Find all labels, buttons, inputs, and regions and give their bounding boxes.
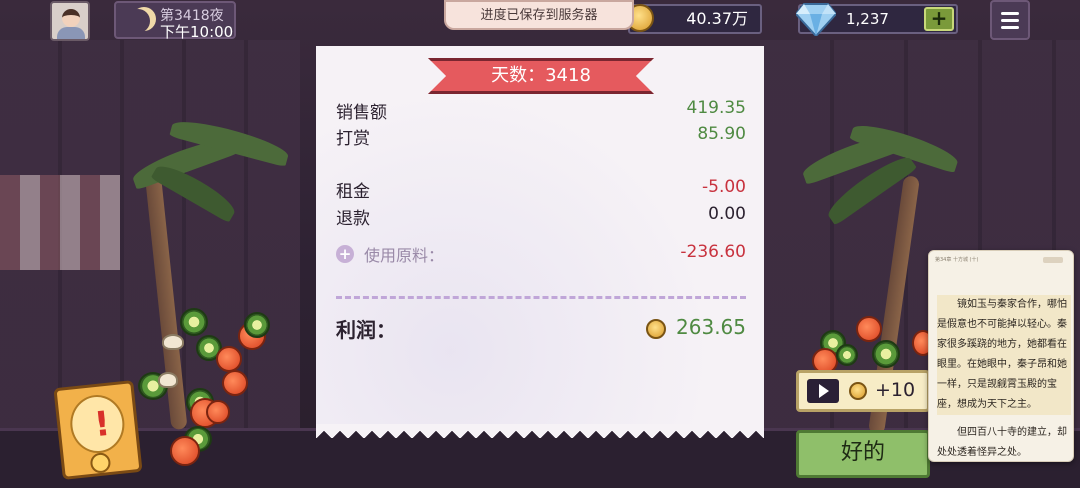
buy-gems-button[interactable]: + xyxy=(924,7,954,31)
ok-button[interactable]: 好的 xyxy=(796,430,930,478)
row-value: -5.00 xyxy=(702,177,746,197)
alert-card-coin xyxy=(89,451,112,474)
tomato-slice xyxy=(222,370,248,396)
tomato-slice xyxy=(170,436,200,466)
profit-label: 利润： xyxy=(336,318,396,342)
expand-plus-icon[interactable]: + xyxy=(336,245,354,263)
alert-card-face: ! xyxy=(67,392,128,456)
gem-amount: 1,237 xyxy=(846,10,889,28)
avatar-head xyxy=(62,9,80,27)
receipt-torn-edge xyxy=(316,424,764,438)
reader-text: 镜如玉与秦家合作，哪怕是假意也不可能掉以轻心。秦家很多蹊跷的地方，她都看在眼里。… xyxy=(937,295,1071,471)
reader-overlay[interactable]: 第34章 十方城 (十) 镜如玉与秦家合作，哪怕是假意也不可能掉以轻心。秦家很多… xyxy=(928,250,1074,462)
watch-ad-bonus-button[interactable]: +10 xyxy=(796,370,930,412)
pepper-slice xyxy=(836,344,858,366)
tomato-slice xyxy=(856,316,882,342)
clock-time: 下午10:00 xyxy=(160,23,234,41)
receipt-row-rent: 租金 -5.00 xyxy=(336,177,746,203)
coin-icon xyxy=(849,382,867,400)
save-toast: 进度已保存到服务器 xyxy=(444,0,634,30)
row-label: 使用原料： xyxy=(364,246,445,265)
hamburger-menu-icon[interactable] xyxy=(990,0,1030,40)
row-label: 销售额 xyxy=(336,103,387,123)
background-awning xyxy=(0,175,120,270)
receipt-profit-row: 利润： 263.65 xyxy=(336,314,746,344)
pepper-slice xyxy=(244,312,270,338)
row-label: 租金 xyxy=(336,182,370,202)
diamond-icon xyxy=(796,3,836,36)
tomato-slice xyxy=(216,346,242,372)
receipt-row-sales: 销售额 419.35 xyxy=(336,98,746,124)
row-value: 419.35 xyxy=(686,98,746,118)
profit-value: 263.65 xyxy=(676,315,746,339)
moon-icon xyxy=(126,9,150,33)
row-value: 0.00 xyxy=(708,204,746,224)
receipt-row-tips: 打赏 85.90 xyxy=(336,124,746,150)
coin-icon xyxy=(646,319,666,339)
day-time-panel: 第3418夜 下午10:00 xyxy=(114,1,236,41)
exclamation-alert-icon: ! xyxy=(92,403,113,446)
player-avatar[interactable] xyxy=(50,1,90,41)
alert-card-button[interactable]: ! xyxy=(53,380,143,480)
coin-balance: 40.37万 xyxy=(626,4,762,34)
coin-amount: 40.37万 xyxy=(686,9,748,28)
gem-balance: 1,237 + xyxy=(796,3,958,36)
row-label: 打赏 xyxy=(336,129,370,149)
pepper-slice xyxy=(872,340,900,368)
play-video-icon xyxy=(807,379,839,403)
row-value: -236.60 xyxy=(680,242,746,262)
pepper-slice xyxy=(180,308,208,336)
day-ribbon: 天数：3418 xyxy=(428,58,654,94)
receipt-row-refund: 退款 0.00 xyxy=(336,204,746,230)
tomato-slice xyxy=(206,400,230,424)
receipt-row-ingredients[interactable]: + 使用原料： -236.60 xyxy=(336,242,746,268)
reader-paragraph: 但四百八十寺的建立，却处处透着怪异之处。 xyxy=(937,427,1067,458)
row-value: 85.90 xyxy=(697,124,746,144)
reader-toggle-button[interactable] xyxy=(1043,257,1063,263)
receipt-divider xyxy=(336,296,746,299)
garlic-clove xyxy=(158,372,178,388)
ad-reward-amount: +10 xyxy=(875,379,916,401)
row-label: 退款 xyxy=(336,209,370,229)
avatar-body xyxy=(57,27,85,39)
reader-paragraph: 镜如玉与秦家合作，哪怕是假意也不可能掉以轻心。秦家很多蹊跷的地方，她都看在眼里。… xyxy=(937,295,1071,415)
garlic-clove xyxy=(162,334,184,350)
